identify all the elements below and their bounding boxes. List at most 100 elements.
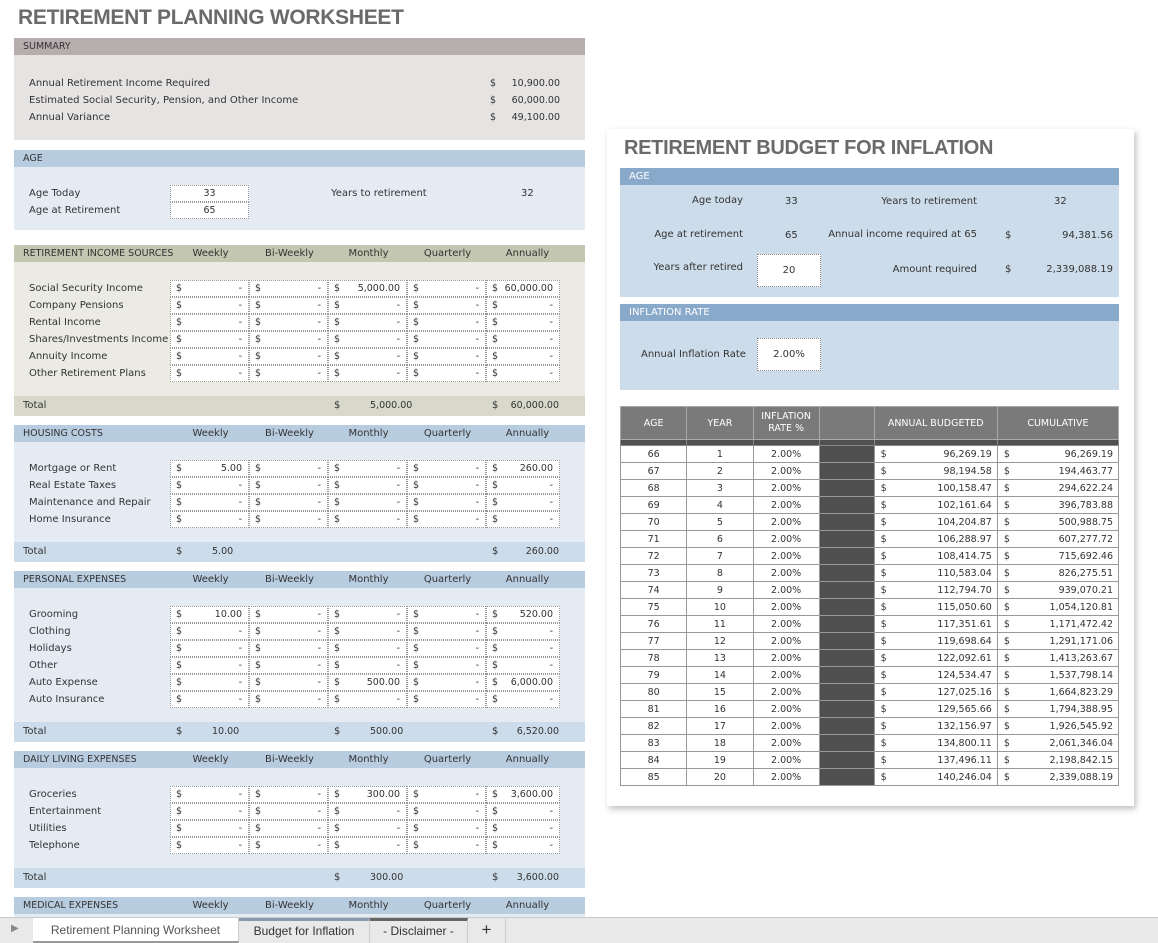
amount-input[interactable]: $ - bbox=[486, 314, 560, 331]
amount-input[interactable]: $ - bbox=[249, 297, 328, 314]
amount-input[interactable]: $ - bbox=[170, 365, 249, 382]
amount-input[interactable]: $ - bbox=[170, 314, 249, 331]
amount-input[interactable]: $ - bbox=[170, 820, 249, 837]
amount-input[interactable]: $ - bbox=[328, 691, 407, 708]
amount-input[interactable]: $ - bbox=[328, 365, 407, 382]
amount-input[interactable]: $ - bbox=[249, 460, 328, 477]
amount-input[interactable]: $ - bbox=[486, 365, 560, 382]
amount-input[interactable]: $ 6,000.00 bbox=[486, 674, 560, 691]
amount-input[interactable]: $ - bbox=[486, 494, 560, 511]
amount-input[interactable]: $ - bbox=[170, 494, 249, 511]
amount-input[interactable]: $ - bbox=[328, 494, 407, 511]
amount-input[interactable]: $ - bbox=[328, 297, 407, 314]
amount-input[interactable]: $ - bbox=[407, 477, 486, 494]
amount-input[interactable]: $ - bbox=[407, 623, 486, 640]
amount-input[interactable]: $ - bbox=[249, 657, 328, 674]
amount-input[interactable]: $ - bbox=[249, 280, 328, 297]
amount-input[interactable]: $ 3,600.00 bbox=[486, 786, 560, 803]
amount-input[interactable]: $ - bbox=[170, 297, 249, 314]
amount-input[interactable]: $ 500.00 bbox=[328, 674, 407, 691]
amount-input[interactable]: $ - bbox=[249, 511, 328, 528]
amount-input[interactable]: $ - bbox=[249, 640, 328, 657]
amount-input[interactable]: $ - bbox=[249, 691, 328, 708]
amount-input[interactable]: $ - bbox=[249, 314, 328, 331]
amount-input[interactable]: $ - bbox=[328, 640, 407, 657]
amount-input[interactable]: $ - bbox=[407, 348, 486, 365]
amount-input[interactable]: $ - bbox=[407, 365, 486, 382]
amount-input[interactable]: $ - bbox=[170, 348, 249, 365]
amount-input[interactable]: $ - bbox=[170, 803, 249, 820]
amount-input[interactable]: $ - bbox=[328, 314, 407, 331]
amount-input[interactable]: $ - bbox=[170, 331, 249, 348]
amount-input[interactable]: $ - bbox=[249, 331, 328, 348]
amount-input[interactable]: $ - bbox=[486, 331, 560, 348]
amount-input[interactable]: $ - bbox=[249, 494, 328, 511]
amount-input[interactable]: $ - bbox=[249, 803, 328, 820]
amount-input[interactable]: $ - bbox=[249, 674, 328, 691]
amount-input[interactable]: $ 260.00 bbox=[486, 460, 560, 477]
amount-input[interactable]: $ - bbox=[486, 837, 560, 854]
years-after-retired-input[interactable]: 20 bbox=[757, 254, 821, 287]
amount-input[interactable]: $ 5.00 bbox=[170, 460, 249, 477]
amount-input[interactable]: $ - bbox=[407, 640, 486, 657]
amount-input[interactable]: $ - bbox=[249, 606, 328, 623]
amount-input[interactable]: $ - bbox=[328, 820, 407, 837]
amount-input[interactable]: $ - bbox=[486, 511, 560, 528]
amount-input[interactable]: $ - bbox=[170, 623, 249, 640]
amount-input[interactable]: $ - bbox=[407, 837, 486, 854]
amount-input[interactable]: $ - bbox=[328, 657, 407, 674]
amount-input[interactable]: $ - bbox=[328, 623, 407, 640]
amount-input[interactable]: $ - bbox=[486, 657, 560, 674]
amount-input[interactable]: $ - bbox=[328, 477, 407, 494]
amount-input[interactable]: $ - bbox=[486, 803, 560, 820]
amount-input[interactable]: $ - bbox=[170, 511, 249, 528]
amount-input[interactable]: $ - bbox=[170, 640, 249, 657]
amount-input[interactable]: $ - bbox=[328, 331, 407, 348]
tab-disclaimer[interactable]: - Disclaimer - bbox=[370, 918, 468, 943]
amount-input[interactable]: $ - bbox=[328, 348, 407, 365]
amount-input[interactable]: $ - bbox=[328, 606, 407, 623]
amount-input[interactable]: $ - bbox=[486, 691, 560, 708]
amount-input[interactable]: $ - bbox=[486, 623, 560, 640]
amount-input[interactable]: $ - bbox=[170, 280, 249, 297]
amount-input[interactable]: $ 5,000.00 bbox=[328, 280, 407, 297]
amount-input[interactable]: $ - bbox=[170, 837, 249, 854]
tab-budget-for-inflation[interactable]: Budget for Inflation bbox=[239, 918, 370, 943]
amount-input[interactable]: $ - bbox=[407, 803, 486, 820]
amount-input[interactable]: $ - bbox=[170, 674, 249, 691]
amount-input[interactable]: $ - bbox=[486, 640, 560, 657]
amount-input[interactable]: $ - bbox=[328, 460, 407, 477]
amount-input[interactable]: $ 520.00 bbox=[486, 606, 560, 623]
amount-input[interactable]: $ - bbox=[486, 297, 560, 314]
amount-input[interactable]: $ - bbox=[407, 606, 486, 623]
amount-input[interactable]: $ - bbox=[407, 657, 486, 674]
scroll-sheets-icon[interactable]: ▶ bbox=[11, 923, 19, 934]
amount-input[interactable]: $ 60,000.00 bbox=[486, 280, 560, 297]
amount-input[interactable]: $ - bbox=[486, 348, 560, 365]
amount-input[interactable]: $ - bbox=[249, 348, 328, 365]
amount-input[interactable]: $ - bbox=[249, 820, 328, 837]
amount-input[interactable]: $ - bbox=[328, 511, 407, 528]
amount-input[interactable]: $ - bbox=[249, 365, 328, 382]
amount-input[interactable]: $ - bbox=[170, 691, 249, 708]
amount-input[interactable]: $ - bbox=[486, 477, 560, 494]
amount-input[interactable]: $ - bbox=[407, 511, 486, 528]
tab-retirement-planning-worksheet[interactable]: Retirement Planning Worksheet bbox=[33, 918, 239, 943]
add-sheet-button[interactable]: + bbox=[468, 918, 506, 943]
amount-input[interactable]: $ - bbox=[249, 786, 328, 803]
amount-input[interactable]: $ - bbox=[249, 477, 328, 494]
amount-input[interactable]: $ - bbox=[249, 837, 328, 854]
age-today-input[interactable]: 33 bbox=[170, 185, 249, 202]
amount-input[interactable]: $ - bbox=[486, 820, 560, 837]
amount-input[interactable]: $ - bbox=[328, 803, 407, 820]
amount-input[interactable]: $ - bbox=[407, 494, 486, 511]
amount-input[interactable]: $ - bbox=[407, 314, 486, 331]
amount-input[interactable]: $ - bbox=[407, 820, 486, 837]
amount-input[interactable]: $ - bbox=[407, 297, 486, 314]
amount-input[interactable]: $ - bbox=[170, 477, 249, 494]
amount-input[interactable]: $ - bbox=[407, 674, 486, 691]
amount-input[interactable]: $ - bbox=[407, 460, 486, 477]
amount-input[interactable]: $ - bbox=[170, 786, 249, 803]
age-retirement-input[interactable]: 65 bbox=[170, 202, 249, 219]
amount-input[interactable]: $ 10.00 bbox=[170, 606, 249, 623]
